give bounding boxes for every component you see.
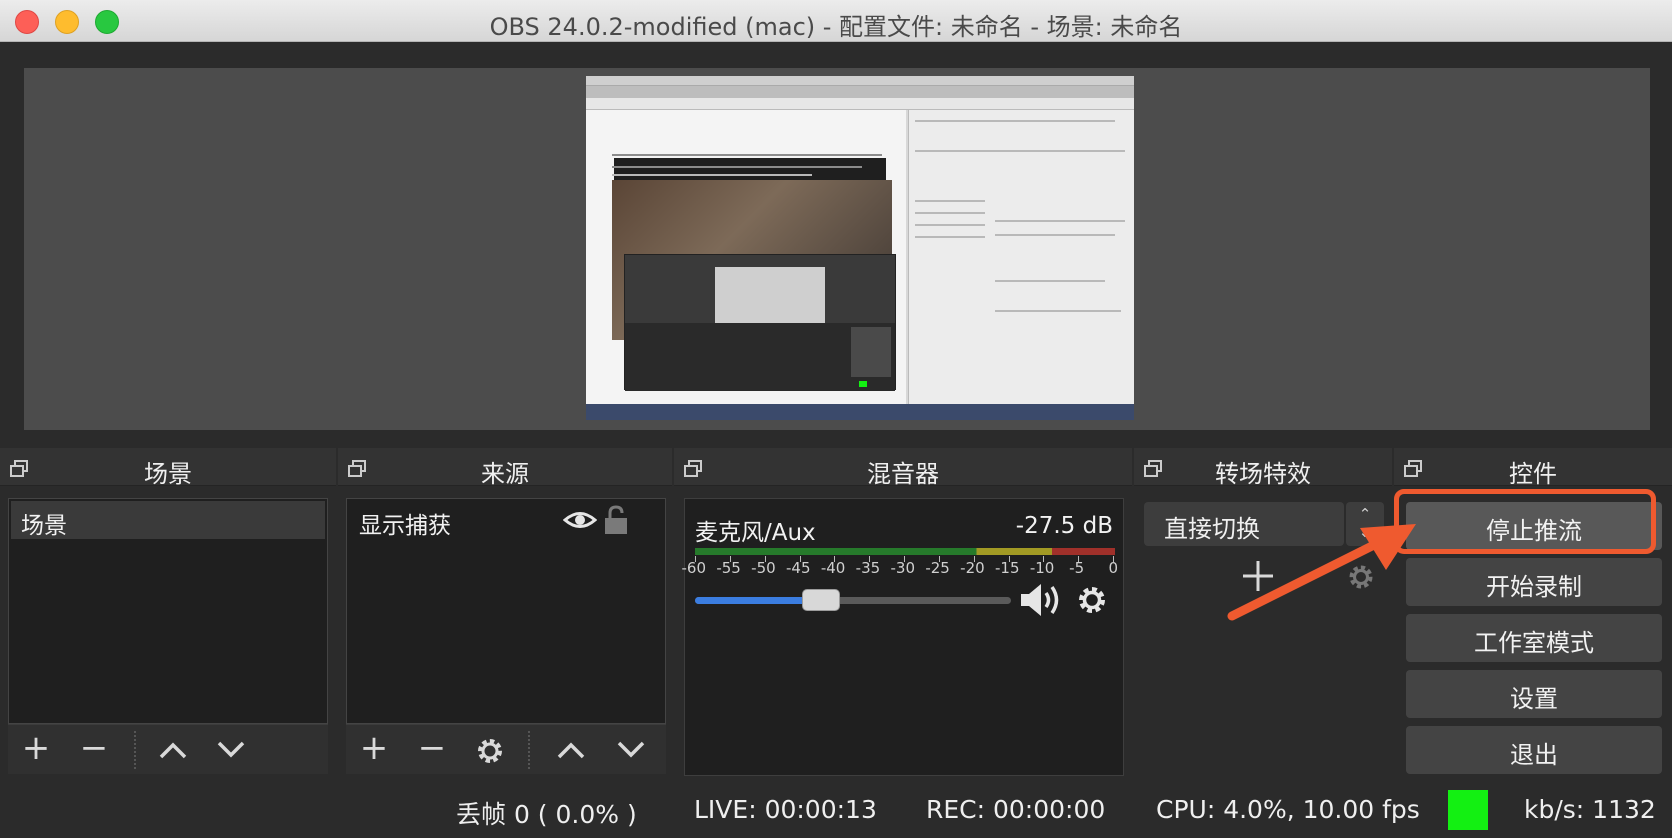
live-timer: LIVE: 00:00:13 (694, 795, 877, 824)
scenes-dock-title: 场景 (144, 460, 192, 488)
transitions-dock-header: 转场特效 (1134, 448, 1392, 488)
mixer-channel-name: 麦克风/Aux (695, 520, 816, 546)
exit-button[interactable]: 退出 (1406, 726, 1662, 774)
bitrate: kb/s: 1132 (1524, 795, 1656, 824)
add-source-button[interactable]: + (356, 731, 392, 767)
meter-tick-label: -30 (890, 559, 916, 577)
start-recording-label: 开始录制 (1486, 573, 1582, 601)
source-item-label: 显示捕获 (359, 513, 451, 539)
remove-scene-button[interactable]: − (76, 731, 112, 767)
volume-slider[interactable] (695, 589, 1011, 611)
exit-label: 退出 (1510, 741, 1558, 769)
controls-dock-title: 控件 (1509, 460, 1557, 488)
highlight-box (1394, 489, 1656, 554)
toolbar-divider (528, 731, 530, 769)
controls-dock-header: 控件 (1394, 448, 1672, 488)
dropped-frames: 丢帧 0 ( 0.0% ) (456, 800, 637, 829)
transitions-dock-title: 转场特效 (1215, 460, 1311, 488)
chevron-up-icon (159, 742, 187, 759)
meter-tick-labels: -60 -55 -50 -45 -40 -35 -30 -25 -20 -15 -10 -5 0 (682, 559, 1131, 579)
start-recording-button[interactable]: 开始录制 (1406, 558, 1662, 606)
scenes-list[interactable]: 场景 (8, 498, 328, 724)
status-bar: 丢帧 0 ( 0.0% ) LIVE: 00:00:13 REC: 00:00:… (0, 786, 1672, 838)
preview-screen-capture (586, 76, 1134, 420)
studio-mode-label: 工作室模式 (1474, 629, 1594, 657)
mixer-channel: 麦克风/Aux -27.5 dB -60 -55 -50 -45 -40 -35 -30 -2… (682, 498, 1124, 776)
volume-meter (695, 548, 1115, 555)
toolbar-divider (134, 731, 136, 769)
visibility-eye-icon[interactable] (562, 507, 598, 533)
sources-list[interactable]: 显示捕获 (346, 498, 666, 724)
meter-tick-label: -15 (995, 559, 1020, 577)
meter-tick-label: -5 (1069, 559, 1085, 577)
source-item[interactable]: 显示捕获 (349, 501, 663, 539)
scenes-dock-header: 场景 (0, 448, 336, 488)
scenes-toolbar: + − (8, 724, 328, 774)
meter-tick-label: -40 (820, 559, 846, 577)
mixer-dock-title: 混音器 (867, 460, 939, 488)
meter-tick-label: -35 (855, 559, 881, 577)
sources-dock-header: 来源 (338, 448, 672, 488)
chevron-down-icon (617, 741, 645, 758)
rec-timer: REC: 00:00:00 (926, 795, 1106, 824)
speaker-icon[interactable] (1019, 581, 1067, 619)
volume-slider-handle[interactable] (802, 589, 841, 611)
move-source-down-button[interactable] (614, 737, 648, 763)
annotation-arrow (1227, 524, 1416, 621)
chevron-up-icon (557, 742, 585, 759)
move-scene-down-button[interactable] (214, 737, 248, 763)
mixer-level-readout: -27.5 dB (1015, 513, 1113, 539)
window-title: OBS 24.0.2-modified (mac) - 配置文件: 未命名 - … (489, 13, 1183, 41)
scene-item[interactable]: 场景 (11, 501, 325, 539)
remove-source-button[interactable]: − (414, 731, 450, 767)
title-bar: OBS 24.0.2-modified (mac) - 配置文件: 未命名 - … (0, 0, 1672, 42)
meter-tick-label: -50 (751, 559, 776, 577)
meter-tick-label: -10 (1029, 559, 1055, 577)
studio-mode-button[interactable]: 工作室模式 (1406, 614, 1662, 662)
stream-health-indicator (1448, 790, 1488, 830)
cpu-usage: CPU: 4.0%, 10.00 fps (1156, 795, 1420, 824)
meter-tick-label: -55 (716, 559, 741, 577)
meter-tick-label: 0 (1108, 559, 1119, 577)
sources-toolbar: + − (346, 724, 666, 774)
mixer-dock-header: 混音器 (674, 448, 1132, 488)
meter-tick-label: -25 (925, 559, 950, 577)
meter-tick-label: -20 (960, 559, 985, 577)
move-scene-up-button[interactable] (156, 737, 190, 763)
add-scene-button[interactable]: + (18, 731, 54, 767)
chevron-down-icon (217, 741, 245, 758)
scene-item-label: 场景 (21, 513, 67, 539)
preview-area[interactable] (24, 68, 1650, 430)
meter-tick-label: -60 (681, 559, 707, 577)
sources-dock-title: 来源 (481, 460, 529, 488)
meter-tick-label: -45 (786, 559, 811, 577)
settings-button[interactable]: 设置 (1406, 670, 1662, 718)
mixer-settings-gear-icon[interactable] (1075, 583, 1109, 617)
source-properties-gear-icon[interactable] (474, 735, 506, 767)
lock-icon[interactable] (603, 505, 629, 535)
move-source-up-button[interactable] (554, 737, 588, 763)
settings-label: 设置 (1510, 685, 1558, 713)
